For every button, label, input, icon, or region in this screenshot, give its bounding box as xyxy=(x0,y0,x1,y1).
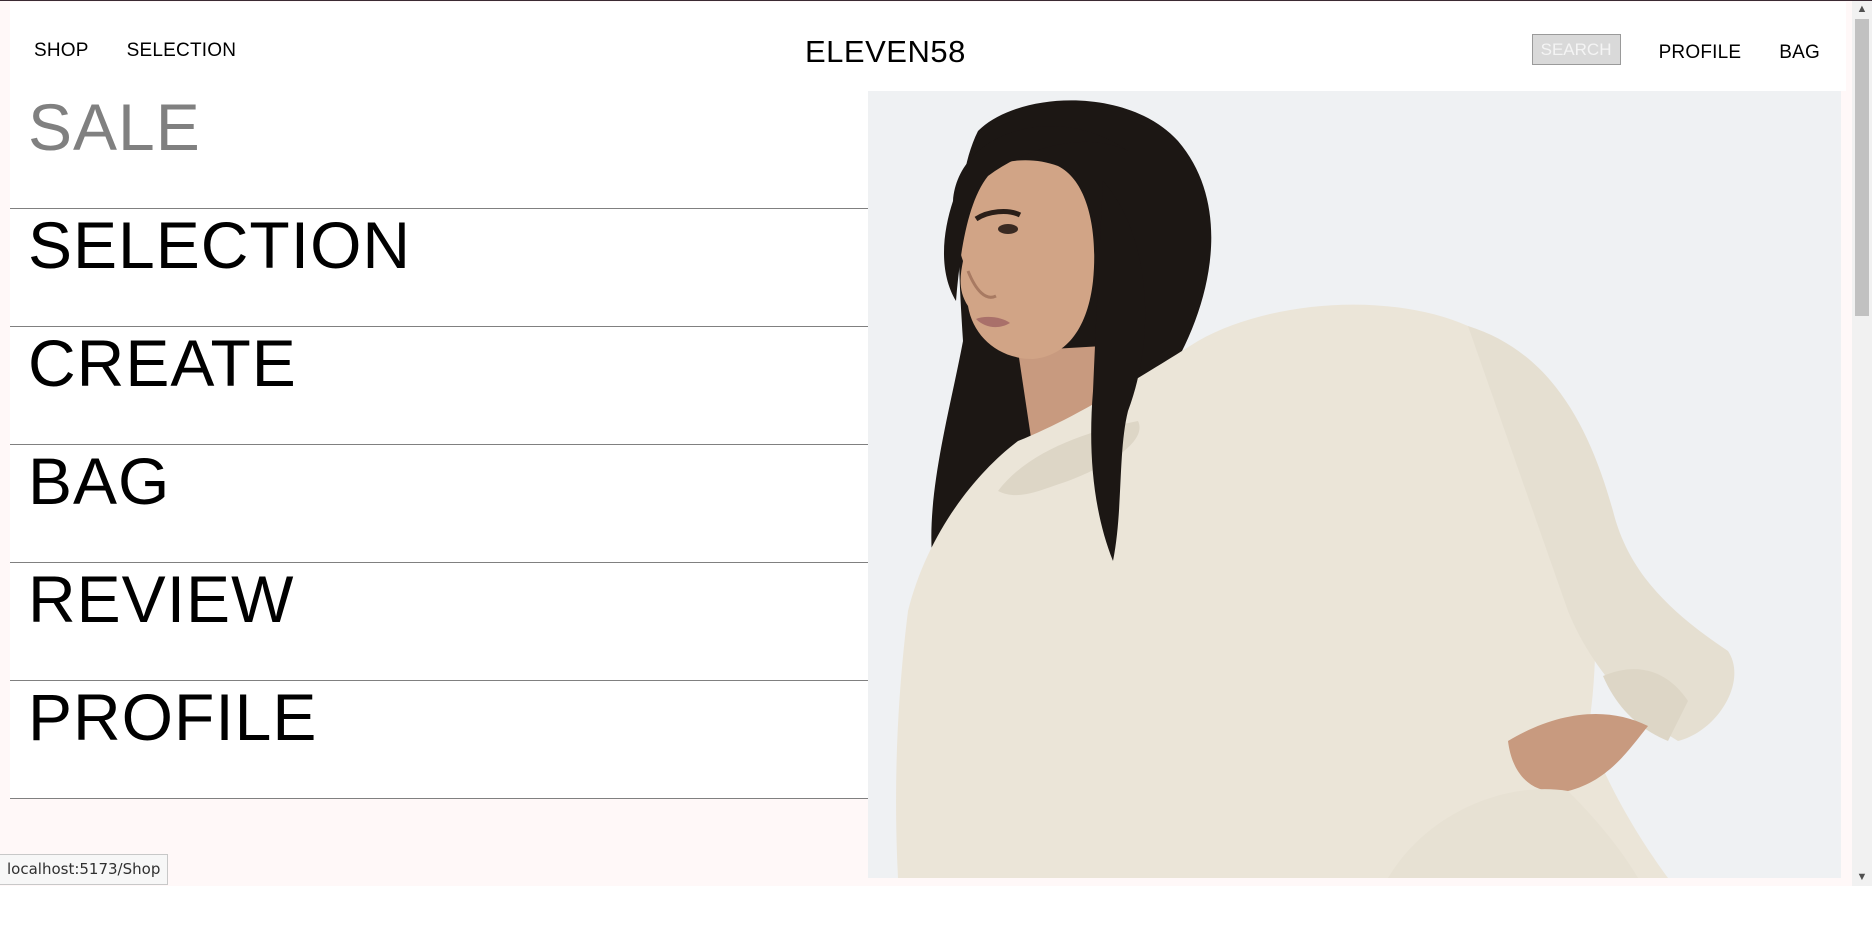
menu-item-bag[interactable]: BAG xyxy=(10,445,868,563)
menu-item-label: SALE xyxy=(28,90,201,164)
below-viewport-area xyxy=(0,886,1872,944)
primary-nav: SHOP SELECTION xyxy=(34,40,236,62)
model-photo-illustration xyxy=(868,91,1841,878)
search-button[interactable]: SEARCH xyxy=(1531,34,1621,65)
menu-item-label: SELECTION xyxy=(28,208,412,282)
page-viewport: SHOP SELECTION ELEVEN58 SEARCH PROFILE B… xyxy=(0,1,1852,886)
menu-item-label: REVIEW xyxy=(28,562,295,636)
menu-item-sale[interactable]: SALE xyxy=(10,91,868,209)
menu-item-create[interactable]: CREATE xyxy=(10,327,868,445)
brand-logo[interactable]: ELEVEN58 xyxy=(805,34,966,70)
vertical-scrollbar[interactable]: ▲ ▼ xyxy=(1852,1,1872,886)
nav-shop-link[interactable]: SHOP xyxy=(34,40,89,62)
nav-selection-link[interactable]: SELECTION xyxy=(127,40,237,62)
hero-image xyxy=(868,91,1841,878)
menu-item-review[interactable]: REVIEW xyxy=(10,563,868,681)
shop-menu: SALE SELECTION CREATE BAG REVIEW PROFILE xyxy=(10,91,868,799)
menu-item-selection[interactable]: SELECTION xyxy=(10,209,868,327)
account-nav: SEARCH PROFILE BAG xyxy=(1531,34,1820,65)
site-header: SHOP SELECTION ELEVEN58 SEARCH PROFILE B… xyxy=(10,2,1846,91)
scrollbar-thumb[interactable] xyxy=(1855,19,1869,316)
menu-item-label: BAG xyxy=(28,444,171,518)
nav-profile-link[interactable]: PROFILE xyxy=(1659,42,1742,64)
scroll-down-arrow-icon[interactable]: ▼ xyxy=(1852,869,1872,886)
menu-item-label: CREATE xyxy=(28,326,297,400)
menu-item-label: PROFILE xyxy=(28,680,318,754)
menu-item-profile[interactable]: PROFILE xyxy=(10,681,868,799)
scroll-up-arrow-icon[interactable]: ▲ xyxy=(1852,1,1872,18)
nav-bag-link[interactable]: BAG xyxy=(1779,42,1820,64)
status-url-tooltip: localhost:5173/Shop xyxy=(0,854,169,885)
